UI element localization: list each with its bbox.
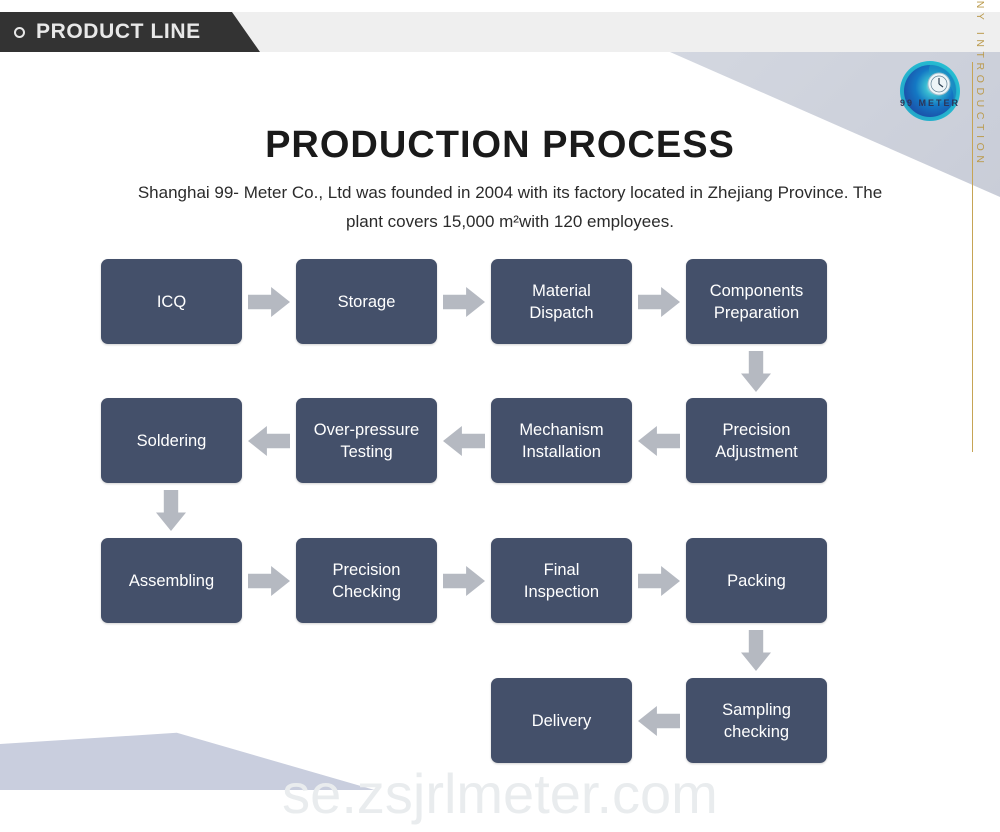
flow-node-label: Final Inspection — [523, 560, 600, 601]
flow-node-label: Delivery — [531, 711, 592, 730]
right-arrow-icon — [248, 566, 290, 596]
flow-node: Material Dispatch — [491, 259, 632, 344]
flow-node-label: Precision Checking — [332, 560, 401, 601]
flow-node-label: Assembling — [128, 571, 215, 590]
left-arrow-icon — [443, 426, 485, 456]
flow-node: Sampling checking — [686, 678, 827, 763]
flow-node-label: Material Dispatch — [529, 281, 594, 322]
down-arrow-icon — [741, 630, 771, 671]
site-watermark: se.zsjrlmeter.com — [282, 762, 718, 825]
flow-node-label: Packing — [727, 571, 786, 590]
left-arrow-icon — [248, 426, 290, 456]
page-root: PRODUCT LINE 99 METER COMPANY INTRODUCTI… — [0, 0, 1000, 832]
left-arrow-icon — [638, 706, 680, 736]
flow-node: Precision Adjustment — [686, 398, 827, 483]
flow-node: Components Preparation — [686, 259, 827, 344]
right-arrow-icon — [248, 287, 290, 317]
right-arrow-icon — [443, 287, 485, 317]
flow-node-label: Over-pressure Testing — [313, 420, 420, 461]
flow-node: Precision Checking — [296, 538, 437, 623]
right-arrow-icon — [638, 566, 680, 596]
flow-node: Final Inspection — [491, 538, 632, 623]
flow-node: Soldering — [101, 398, 242, 483]
flow-node-label: ICQ — [156, 292, 187, 311]
flow-node: Over-pressure Testing — [296, 398, 437, 483]
down-arrow-icon — [741, 351, 771, 392]
flow-node-label: Precision Adjustment — [715, 420, 798, 461]
flow-node-label: Sampling checking — [722, 700, 791, 741]
flow-node: ICQ — [101, 259, 242, 344]
flow-node-label: Mechanism Installation — [519, 420, 604, 461]
down-arrow-icon — [156, 490, 186, 531]
flow-node-label: Storage — [337, 292, 396, 311]
flow-node: Mechanism Installation — [491, 398, 632, 483]
flow-node: Storage — [296, 259, 437, 344]
left-arrow-icon — [638, 426, 680, 456]
flow-node: Delivery — [491, 678, 632, 763]
flow-node: Packing — [686, 538, 827, 623]
production-process-flowchart: ICQ Storage Material Dispatch Components Pr… — [0, 0, 1000, 832]
right-arrow-icon — [443, 566, 485, 596]
flow-node-label: Components Preparation — [709, 281, 804, 322]
right-arrow-icon — [638, 287, 680, 317]
flow-node-label: Soldering — [136, 431, 207, 450]
flow-node: Assembling — [101, 538, 242, 623]
